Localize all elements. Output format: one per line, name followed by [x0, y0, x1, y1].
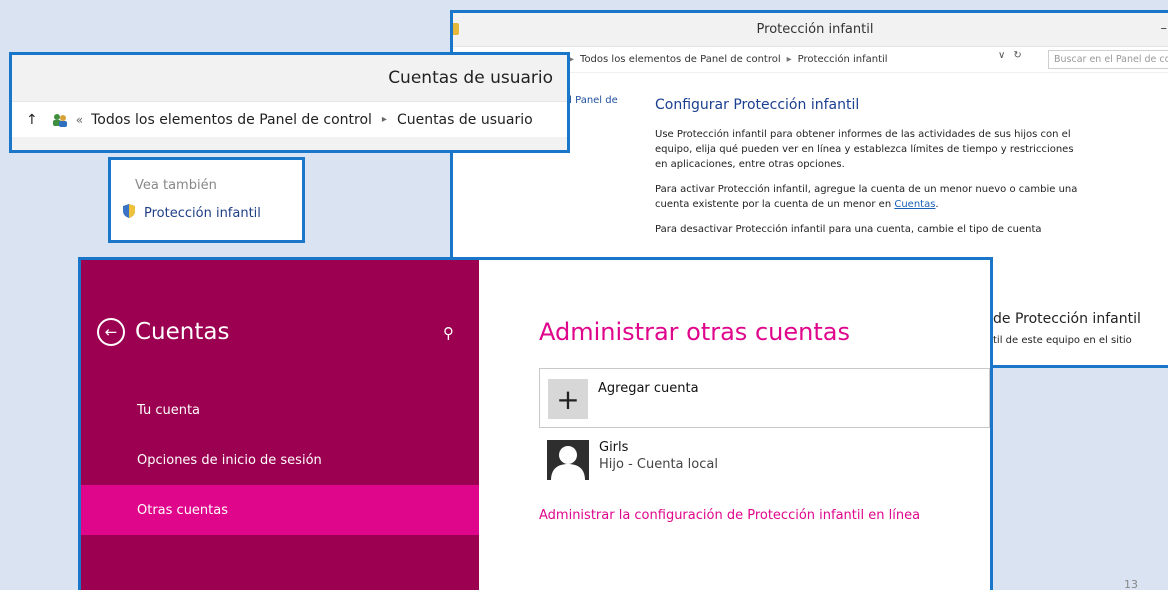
- breadcrumb-item-control-panel[interactable]: Todos los elementos de Panel de control: [91, 112, 372, 128]
- vea-tambien-caption: Vea también: [135, 178, 217, 193]
- up-arrow-icon[interactable]: ↑: [26, 112, 38, 128]
- cuentas-sidebar: ← Cuentas ⚲ Tu cuenta Opciones de inicio…: [81, 260, 479, 590]
- plus-icon: +: [548, 379, 588, 419]
- cuentas-usuario-address-bar[interactable]: ↑ « Todos los elementos de Panel de cont…: [12, 101, 567, 137]
- cuentas-nav: Tu cuenta Opciones de inicio de sesión O…: [81, 385, 479, 535]
- cuentas-settings-window: ← Cuentas ⚲ Tu cuenta Opciones de inicio…: [78, 257, 993, 590]
- minimize-button[interactable]: –: [1161, 21, 1168, 36]
- account-name: Girls: [599, 440, 629, 455]
- control-panel-home-link[interactable]: el Panel de: [563, 95, 618, 106]
- control-panel-search-input[interactable]: Buscar en el Panel de control: [1048, 50, 1168, 69]
- history-dropdown-icon[interactable]: ∨: [998, 50, 1005, 61]
- proteccion-para2: Para activar Protección infantil, agregu…: [655, 182, 1085, 212]
- chevrons-icon[interactable]: «: [76, 113, 83, 127]
- back-arrow-icon[interactable]: ←: [97, 318, 125, 346]
- proteccion-lower-text: til de este equipo en el sitio: [993, 335, 1132, 346]
- cuentas-link[interactable]: Cuentas: [894, 199, 935, 210]
- breadcrumb-sep-icon: ▸: [381, 114, 387, 125]
- proteccion-infantil-link[interactable]: Protección infantil: [121, 203, 302, 223]
- proteccion-window-title: Protección infantil: [756, 22, 874, 37]
- proteccion-heading: Configurar Protección infantil: [655, 97, 860, 113]
- manage-family-online-link[interactable]: Administrar la configuración de Protecci…: [539, 508, 920, 523]
- vea-tambien-panel: Vea también Protección infantil: [108, 157, 305, 243]
- account-item-girls[interactable]: Girls Hijo - Cuenta local: [547, 440, 718, 480]
- proteccion-content: Configurar Protección infantil Use Prote…: [655, 97, 1085, 247]
- cuentas-header: ← Cuentas: [97, 318, 229, 346]
- proteccion-para1: Use Protección infantil para obtener inf…: [655, 129, 1074, 170]
- cuentas-usuario-window: Cuentas de usuario ↑ « Todos los element…: [9, 52, 570, 153]
- cuentas-main: Administrar otras cuentas + Agregar cuen…: [539, 260, 990, 590]
- cuentas-title: Cuentas: [135, 319, 230, 345]
- search-icon[interactable]: ⚲: [443, 324, 454, 342]
- proteccion-para3: Para desactivar Protección infantil para…: [655, 224, 1042, 235]
- shield-icon: [121, 203, 137, 223]
- control-panel-icon: [453, 23, 459, 35]
- breadcrumb-item-cuentas-usuario[interactable]: Cuentas de usuario: [397, 112, 533, 128]
- cuentas-usuario-title: Cuentas de usuario: [388, 68, 553, 88]
- proteccion-lower-title: de Protección infantil: [993, 311, 1141, 327]
- administrar-title: Administrar otras cuentas: [539, 318, 850, 346]
- add-account-label: Agregar cuenta: [598, 381, 699, 396]
- breadcrumb-item-proteccion[interactable]: Protección infantil: [798, 54, 888, 65]
- proteccion-infantil-link-label: Protección infantil: [144, 205, 261, 221]
- breadcrumb-sep-icon: ▸: [786, 54, 792, 65]
- avatar: [547, 440, 589, 480]
- nav-item-tu-cuenta[interactable]: Tu cuenta: [81, 385, 479, 435]
- breadcrumb-item-control-panel[interactable]: Todos los elementos de Panel de control: [580, 54, 781, 65]
- add-account-button[interactable]: + Agregar cuenta: [539, 368, 990, 428]
- user-accounts-icon: [52, 113, 68, 127]
- proteccion-titlebar: Protección infantil –: [453, 13, 1168, 47]
- nav-item-otras-cuentas[interactable]: Otras cuentas: [81, 485, 479, 535]
- page-number: 13: [1124, 578, 1138, 590]
- refresh-icon[interactable]: ↻: [1013, 50, 1021, 61]
- para2-text: Para activar Protección infantil, agregu…: [655, 184, 1078, 210]
- account-type: Hijo - Cuenta local: [599, 457, 718, 472]
- nav-item-opciones-inicio[interactable]: Opciones de inicio de sesión: [81, 435, 479, 485]
- para2-end: .: [935, 199, 939, 210]
